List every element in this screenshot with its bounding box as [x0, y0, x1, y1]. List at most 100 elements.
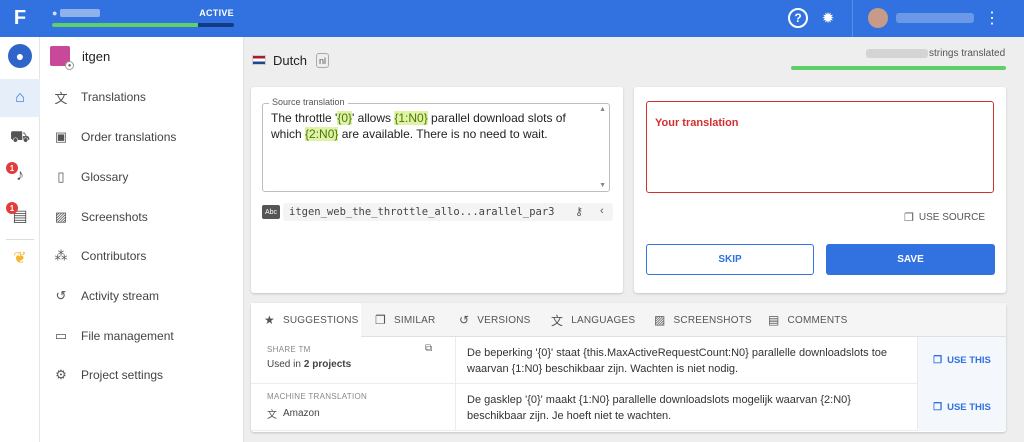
bug-icon[interactable]: ✹	[818, 8, 838, 28]
save-button[interactable]: SAVE	[826, 244, 995, 275]
tab-languages[interactable]: 文 LANGUAGES	[551, 303, 635, 337]
used-in-count: 2 projects	[303, 359, 352, 370]
suggestion-source-title: SHARE TM	[267, 345, 311, 354]
nav-item-translations[interactable]: 文 Translations	[40, 77, 244, 117]
tab-versions[interactable]: ↺ VERSIONS	[459, 303, 531, 337]
string-key: itgen_web_the_throttle_allo...arallel_pa…	[289, 206, 555, 218]
tab-comments[interactable]: ▤ COMMENTS	[768, 303, 847, 337]
language-name: Dutch	[273, 53, 307, 68]
help-icon[interactable]: ?	[788, 8, 808, 28]
home-icon: ⌂	[15, 89, 25, 106]
project-name: itgen	[82, 48, 111, 64]
people-icon: ⁂	[54, 248, 68, 263]
rail-account[interactable]: ●	[0, 37, 40, 75]
translation-card: Your translation ❐ USE SOURCE SKIP SAVE	[634, 87, 1006, 293]
tab-label: VERSIONS	[477, 314, 531, 326]
tab-label: LANGUAGES	[571, 314, 636, 326]
handshake-icon: ❦	[13, 250, 27, 267]
nav-item-label: Order translations	[81, 130, 177, 144]
suggestion-source-sub: Used in 2 projects	[267, 359, 442, 370]
row-divider	[455, 337, 456, 384]
suggestion-row[interactable]: SHARE TM Used in 2 projects ⧉ De beperki…	[251, 337, 1006, 384]
use-source-button[interactable]: ❐ USE SOURCE	[904, 211, 985, 224]
use-this-label: USE THIS	[947, 402, 991, 413]
nav-item-glossary[interactable]: ▯ Glossary	[40, 157, 244, 197]
globe-icon: ●	[52, 8, 58, 18]
nav-item-contributors[interactable]: ⁂ Contributors	[40, 236, 244, 276]
tab-label: SCREENSHOTS	[673, 314, 752, 326]
source-card: Source translation The throttle '{0}' al…	[251, 87, 623, 293]
rail-home[interactable]: ⌂	[0, 79, 40, 117]
scroll-down-icon[interactable]: ▼	[599, 182, 606, 189]
copy-icon: ❐	[904, 212, 914, 224]
skip-button[interactable]: SKIP	[646, 244, 814, 275]
image-icon: ▨	[654, 313, 666, 327]
scroll-up-icon[interactable]: ▲	[599, 106, 606, 113]
rail-messages[interactable]: ▤ 1	[0, 197, 40, 235]
tab-similar[interactable]: ❐ SIMILAR	[375, 303, 435, 337]
source-text: The throttle '{0}' allows {1:N0} paralle…	[271, 110, 591, 142]
source-textbox[interactable]: Source translation The throttle '{0}' al…	[262, 97, 610, 192]
copy-icon: ❐	[375, 313, 386, 327]
tab-suggestions[interactable]: ★ SUGGESTIONS	[251, 303, 361, 337]
glossary-icon: ▯	[57, 169, 65, 184]
nav-item-order-translations[interactable]: ▣ Order translations	[40, 117, 244, 157]
strings-count-redacted	[866, 49, 928, 58]
lock-icon: ●	[65, 61, 74, 70]
suggestion-row[interactable]: MACHINE TRANSLATION 文 Amazon De gasklep …	[251, 384, 1006, 431]
nav-item-project-settings[interactable]: ⚙ Project settings	[40, 355, 244, 395]
key-icon[interactable]: ⚷	[575, 205, 583, 218]
tab-bar: ★ SUGGESTIONS ❐ SIMILAR ↺ VERSIONS 文 LAN…	[251, 303, 1006, 337]
strings-progress-bar	[791, 66, 1006, 70]
rail-partners[interactable]: ❦	[0, 239, 40, 277]
user-avatar[interactable]	[868, 8, 888, 28]
nav-item-label: Screenshots	[81, 210, 148, 224]
nav-item-label: File management	[81, 329, 174, 343]
tab-label: COMMENTS	[787, 314, 848, 326]
file-icon: ▭	[54, 328, 68, 343]
project-url-redacted	[60, 9, 101, 17]
use-this-button[interactable]: ❐ USE THIS	[917, 337, 1006, 384]
comment-icon: ▤	[768, 313, 780, 327]
nav-item-file-management[interactable]: ▭ File management	[40, 316, 244, 356]
nav-sidebar: ● itgen 文 Translations ▣ Order translati…	[40, 37, 244, 442]
suggestion-text: De beperking '{0}' staat {this.MaxActive…	[467, 347, 888, 375]
message-badge: 1	[6, 202, 18, 214]
nav-item-activity-stream[interactable]: ↺ Activity stream	[40, 276, 244, 316]
nav-item-label: Glossary	[81, 170, 129, 184]
project-status[interactable]: ● ACTIVE	[52, 6, 234, 27]
nav-project[interactable]: ● itgen	[50, 46, 111, 70]
source-text-fragment: The throttle '	[271, 111, 338, 125]
string-key-field[interactable]: itgen_web_the_throttle_allo...arallel_pa…	[283, 203, 613, 221]
external-link-icon[interactable]: ⧉	[425, 343, 432, 354]
user-name-redacted[interactable]	[896, 13, 974, 23]
account-icon: ●	[8, 44, 32, 68]
tab-label: SIMILAR	[393, 314, 436, 326]
chevron-left-icon[interactable]: ‹	[600, 205, 604, 217]
left-rail: ● ⌂ ⛟ ♪ 1 ▤ 1 ❦	[0, 37, 40, 442]
language-code-badge: nl	[316, 53, 329, 68]
mt-provider: Amazon	[283, 408, 320, 419]
suggestions-card: ★ SUGGESTIONS ❐ SIMILAR ↺ VERSIONS 文 LAN…	[251, 303, 1006, 432]
nav-item-screenshots[interactable]: ▨ Screenshots	[40, 197, 244, 237]
suggestion-text: De gasklep '{0}' maakt {1:N0} parallelle…	[467, 394, 851, 422]
translate-icon: 文	[54, 90, 68, 106]
tab-screenshots[interactable]: ▨ SCREENSHOTS	[654, 303, 752, 337]
placeholder-token: {1:N0}	[394, 111, 428, 125]
top-divider	[852, 0, 853, 37]
history-icon: ↺	[55, 288, 67, 303]
kebab-icon[interactable]: ⋮	[982, 8, 1002, 28]
suggestion-source: MACHINE TRANSLATION 文 Amazon	[267, 392, 442, 421]
rail-cart[interactable]: ⛟	[0, 119, 40, 157]
translation-input[interactable]: Your translation	[646, 101, 994, 193]
app-logo[interactable]: F	[0, 0, 40, 37]
suggestion-source-sub: 文 Amazon	[267, 406, 442, 421]
project-avatar: ●	[50, 46, 74, 70]
rail-notifications[interactable]: ♪ 1	[0, 157, 40, 195]
star-icon: ★	[264, 313, 275, 327]
copy-icon: ❐	[933, 402, 943, 413]
source-text-fragment: are available. There is no need to wait.	[338, 127, 548, 141]
top-bar: F ● ACTIVE ? ✹ ⋮	[0, 0, 1024, 37]
nav-item-label: Activity stream	[81, 289, 160, 303]
use-this-button[interactable]: ❐ USE THIS	[917, 384, 1006, 431]
